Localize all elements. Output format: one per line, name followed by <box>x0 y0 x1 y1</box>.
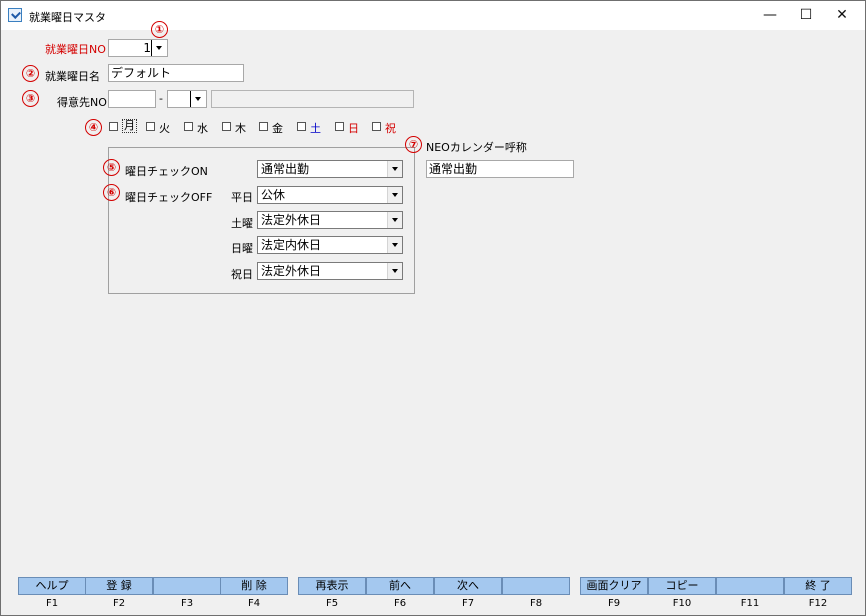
neo-calendar-input[interactable]: 通常出勤 <box>426 160 574 178</box>
workday-no-select[interactable]: 1 <box>108 39 168 57</box>
chevron-down-icon[interactable] <box>387 161 402 177</box>
customer-name-field <box>211 90 414 108</box>
customer-no-input[interactable] <box>108 90 156 108</box>
fkey-label-f10: F10 <box>672 598 692 609</box>
neo-calendar-label: NEOカレンダー呼称 <box>426 141 527 154</box>
annotation-3: ③ <box>22 90 39 107</box>
chevron-down-icon[interactable] <box>387 187 402 203</box>
weekday-checkbox-tue[interactable] <box>146 122 155 131</box>
holiday-type-select[interactable]: 法定外休日 <box>257 262 403 280</box>
title-bar: 就業曜日マスタ — ☐ ✕ <box>1 1 865 30</box>
weekday-label-sat: 土 <box>310 122 321 135</box>
saturday-type-value: 法定外休日 <box>261 213 322 227</box>
fkey-label-f5: F5 <box>325 598 339 609</box>
customer-branch-select[interactable] <box>167 90 207 108</box>
fkey-register-button[interactable]: 登 録 <box>85 577 153 595</box>
weekday-label-mon: 月 <box>122 119 137 133</box>
fkey-f11-button[interactable] <box>716 577 784 595</box>
fkey-refresh-button[interactable]: 再表示 <box>298 577 366 595</box>
workday-no-value: 1 <box>143 41 151 55</box>
annotation-7: ⑦ <box>405 136 422 153</box>
fkey-label-f3: F3 <box>180 598 194 609</box>
fkey-next-button[interactable]: 次へ <box>434 577 502 595</box>
weekday-checkbox-mon[interactable] <box>109 122 118 131</box>
weekday-checkbox-fri[interactable] <box>259 122 268 131</box>
fkey-label-f1: F1 <box>45 598 59 609</box>
chevron-down-icon[interactable] <box>151 40 167 56</box>
weekday-label-thu: 木 <box>235 122 246 135</box>
weekday-checkbox-wed[interactable] <box>184 122 193 131</box>
saturday-type-select[interactable]: 法定外休日 <box>257 211 403 229</box>
weekday-label-fri: 金 <box>272 122 283 135</box>
close-button[interactable]: ✕ <box>819 1 865 30</box>
fkey-label-f7: F7 <box>461 598 475 609</box>
fkey-label-f11: F11 <box>740 598 760 609</box>
fkey-label-f9: F9 <box>607 598 621 609</box>
weekday-label-wed: 水 <box>197 122 208 135</box>
fkey-delete-button[interactable]: 削 除 <box>220 577 288 595</box>
annotation-2: ② <box>22 65 39 82</box>
weekday-type-value: 公休 <box>261 188 286 202</box>
chevron-down-icon[interactable] <box>387 212 402 228</box>
weekday-checkbox-holiday[interactable] <box>372 122 381 131</box>
sunday-type-value: 法定内休日 <box>261 238 322 252</box>
fkey-label-f8: F8 <box>529 598 543 609</box>
holiday-type-label: 祝日 <box>231 268 253 281</box>
annotation-4: ④ <box>85 119 102 136</box>
sunday-type-select[interactable]: 法定内休日 <box>257 236 403 254</box>
app-icon <box>8 8 22 22</box>
workday-no-label: 就業曜日NO <box>45 43 106 56</box>
weekday-type-select[interactable]: 公休 <box>257 186 403 204</box>
weekday-checkbox-sun[interactable] <box>335 122 344 131</box>
check-off-label: 曜日チェックOFF <box>125 191 213 204</box>
check-on-value: 通常出勤 <box>261 162 310 176</box>
annotation-6: ⑥ <box>103 184 120 201</box>
fkey-label-f6: F6 <box>393 598 407 609</box>
sunday-type-label: 日曜 <box>231 242 253 255</box>
weekday-label-holiday: 祝 <box>385 122 396 135</box>
fkey-clear-button[interactable]: 画面クリア <box>580 577 648 595</box>
fkey-prev-button[interactable]: 前へ <box>366 577 434 595</box>
fkey-label-f4: F4 <box>247 598 261 609</box>
customer-no-separator: - <box>159 92 163 105</box>
annotation-5: ⑤ <box>103 159 120 176</box>
weekday-checkbox-sat[interactable] <box>297 122 306 131</box>
chevron-down-icon[interactable] <box>387 237 402 253</box>
workday-name-input[interactable]: デフォルト <box>108 64 244 82</box>
customer-no-label: 得意先NO <box>57 96 107 109</box>
fkey-copy-button[interactable]: コピー <box>648 577 716 595</box>
weekday-label-tue: 火 <box>159 122 170 135</box>
fkey-help-button[interactable]: ヘルプ <box>18 577 86 595</box>
holiday-type-value: 法定外休日 <box>261 264 322 278</box>
weekday-label-sun: 日 <box>348 122 359 135</box>
check-on-label: 曜日チェックON <box>125 165 208 178</box>
fkey-exit-button[interactable]: 終 了 <box>784 577 852 595</box>
chevron-down-icon[interactable] <box>190 91 206 107</box>
weekday-checkbox-thu[interactable] <box>222 122 231 131</box>
window-title: 就業曜日マスタ <box>29 11 106 24</box>
saturday-type-label: 土曜 <box>231 217 253 230</box>
fkey-f3-button[interactable] <box>153 577 221 595</box>
chevron-down-icon[interactable] <box>387 263 402 279</box>
annotation-1: ① <box>151 21 168 38</box>
fkey-label-f2: F2 <box>112 598 126 609</box>
fkey-label-f12: F12 <box>808 598 828 609</box>
main-window: 就業曜日マスタ — ☐ ✕ ① 就業曜日NO 1 ② 就業曜日名 デフォルト ③… <box>0 0 866 616</box>
workday-name-label: 就業曜日名 <box>45 70 100 83</box>
weekday-type-label: 平日 <box>231 191 253 204</box>
check-on-select[interactable]: 通常出勤 <box>257 160 403 178</box>
fkey-f8-button[interactable] <box>502 577 570 595</box>
